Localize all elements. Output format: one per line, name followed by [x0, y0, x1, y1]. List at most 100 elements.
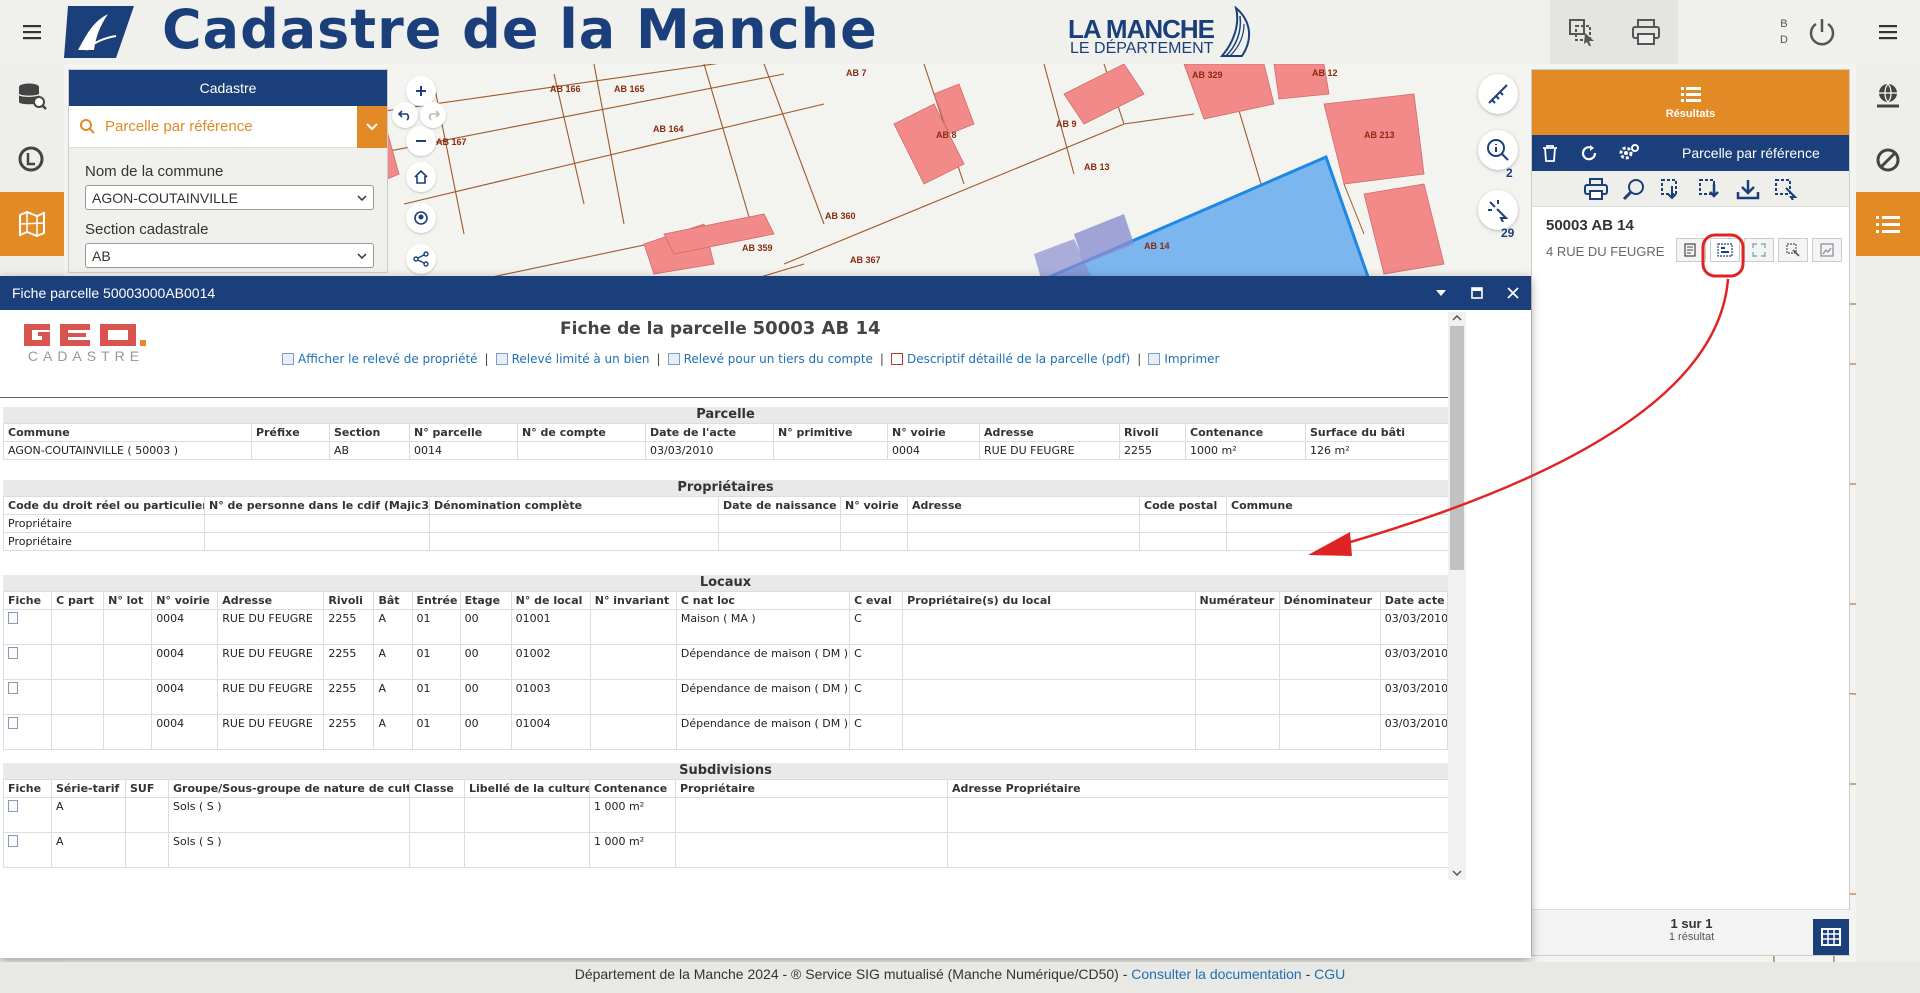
table-cell	[840, 514, 908, 533]
table-cell	[1194, 714, 1280, 750]
column-header: Surface du bâti	[1305, 423, 1449, 442]
releve-limite-link[interactable]: Relevé limité à un bien	[495, 352, 650, 366]
document-icon[interactable]	[8, 612, 18, 624]
results-header: Résultats	[1532, 70, 1849, 135]
table-cell: 03/03/2010	[1379, 644, 1449, 680]
cgu-link[interactable]: CGU	[1314, 966, 1345, 982]
menu-left-icon[interactable]	[0, 0, 64, 64]
trash-icon[interactable]	[1542, 144, 1558, 162]
manche-logo	[64, 6, 134, 58]
table-cell: RUE DU FEUGRE	[217, 679, 325, 715]
share-icon[interactable]	[406, 244, 436, 274]
collapse-icon[interactable]	[1423, 276, 1459, 310]
table-cell	[1226, 514, 1449, 533]
column-header: SUF	[125, 779, 169, 798]
commune-select[interactable]: AGON-COUTAINVILLE	[85, 185, 374, 210]
dialog-titlebar[interactable]: Fiche parcelle 50003000AB0014	[0, 276, 1531, 310]
imprimer-link[interactable]: Imprimer	[1148, 352, 1219, 366]
map-label: AB 359	[742, 243, 773, 253]
brand-line2: LE DÉPARTEMENT	[1070, 40, 1214, 57]
table-cell	[907, 514, 1140, 533]
column-header: Code postal	[1139, 496, 1227, 515]
document-icon[interactable]	[8, 835, 18, 847]
descriptif-pdf-link[interactable]: Descriptif détaillé de la parcelle (pdf)	[890, 352, 1130, 366]
releve-tiers-link[interactable]: Relevé pour un tiers du compte	[667, 352, 873, 366]
scroll-up-icon[interactable]	[1452, 315, 1462, 321]
print-icon[interactable]	[1583, 177, 1608, 200]
edit-selection-icon[interactable]	[1778, 238, 1809, 262]
results-actions	[1532, 171, 1849, 207]
globe-hand-icon[interactable]	[1856, 64, 1920, 128]
documentation-link[interactable]: Consulter la documentation	[1131, 966, 1301, 982]
map-label: AB 14	[1144, 241, 1170, 251]
table-cell: 00	[459, 644, 512, 680]
result-item-title[interactable]: 50003 AB 14	[1546, 217, 1849, 234]
parcel-info-icon[interactable]	[1710, 238, 1741, 262]
zoom-to-icon[interactable]	[1622, 178, 1646, 200]
search-mode-label: Parcelle par référence	[105, 118, 253, 135]
table-cell: Propriétaire	[3, 532, 205, 551]
refresh-icon[interactable]	[1580, 144, 1598, 162]
geolocate-icon[interactable]	[406, 203, 436, 233]
print-icon[interactable]	[1614, 0, 1678, 64]
info-tool-icon[interactable]	[1478, 130, 1518, 170]
power-icon[interactable]	[1790, 0, 1854, 64]
table-cell	[1278, 609, 1381, 645]
menu-right-icon[interactable]	[1856, 0, 1920, 64]
settings-icon[interactable]	[1618, 143, 1640, 163]
table-cell	[589, 714, 677, 750]
document-icon[interactable]	[8, 800, 18, 812]
results-list-icon[interactable]	[1856, 192, 1920, 256]
database-search-icon[interactable]	[0, 64, 64, 128]
export-icon[interactable]	[1698, 178, 1722, 200]
table-cell	[589, 679, 677, 715]
undo-icon[interactable]	[392, 102, 418, 128]
column-header: N° de personne dans le cdif (Majic3)	[204, 496, 430, 515]
table-cell	[675, 797, 948, 833]
document-icon[interactable]	[8, 647, 18, 659]
dialog-scrollbar[interactable]	[1448, 312, 1466, 880]
measure-tool-icon[interactable]	[1478, 74, 1518, 114]
table-cell	[902, 714, 1196, 750]
results-footer: 1 sur 1 1 résultat	[1532, 909, 1851, 955]
cadastre-map-icon[interactable]	[0, 192, 64, 256]
table-cell	[1226, 532, 1449, 551]
close-icon[interactable]	[1495, 276, 1531, 310]
table-cell: Sols ( S )	[168, 832, 410, 868]
redo-icon[interactable]	[420, 102, 446, 128]
column-header: Propriétaire	[675, 779, 948, 798]
document-icon[interactable]	[8, 717, 18, 729]
fiche-icon[interactable]	[1676, 238, 1707, 262]
table-cell: 03/03/2010	[1379, 714, 1449, 750]
scroll-down-icon[interactable]	[1452, 870, 1462, 876]
table-cell: Dépendance de maison ( DM )	[675, 714, 851, 750]
document-icon[interactable]	[8, 682, 18, 694]
chevron-down-icon[interactable]	[357, 106, 387, 148]
search-mode-selector[interactable]: Parcelle par référence	[69, 106, 387, 148]
fiche-parcelle-dialog: Fiche parcelle 50003000AB0014 CADASTRE F…	[0, 276, 1531, 958]
table-row: AGON-COUTAINVILLE ( 50003 ) AB 0014 03/03/2…	[3, 441, 1449, 460]
map-label: AB 165	[614, 84, 645, 94]
scroll-thumb[interactable]	[1450, 326, 1464, 570]
section-select[interactable]: AB	[85, 243, 374, 268]
compare-tool-icon[interactable]	[1550, 0, 1614, 64]
zoom-extent-icon[interactable]	[1744, 238, 1775, 262]
select-down-icon[interactable]	[1660, 178, 1684, 200]
table-view-button[interactable]	[1813, 919, 1849, 955]
home-icon[interactable]	[406, 162, 436, 192]
results-count: 1 résultat	[1668, 931, 1715, 943]
search-l-icon[interactable]	[0, 128, 64, 192]
column-header: Dénomination complète	[429, 496, 719, 515]
zoom-out-button[interactable]	[406, 126, 436, 156]
table-doc-icon	[495, 353, 508, 365]
maximize-icon[interactable]	[1459, 276, 1495, 310]
select-tool-icon[interactable]	[1478, 190, 1518, 230]
table-cell	[902, 609, 1196, 645]
download-icon[interactable]	[1736, 178, 1760, 200]
releve-propriete-link[interactable]: Afficher le relevé de propriété	[282, 352, 478, 366]
result-item-address: 4 RUE DU FEUGRE	[1546, 243, 1665, 259]
select-cursor-icon[interactable]	[1774, 178, 1798, 200]
image-icon[interactable]	[1812, 238, 1843, 262]
tools-icon[interactable]	[1856, 128, 1920, 192]
column-header: Groupe/Sous-groupe de nature de culture	[168, 779, 410, 798]
